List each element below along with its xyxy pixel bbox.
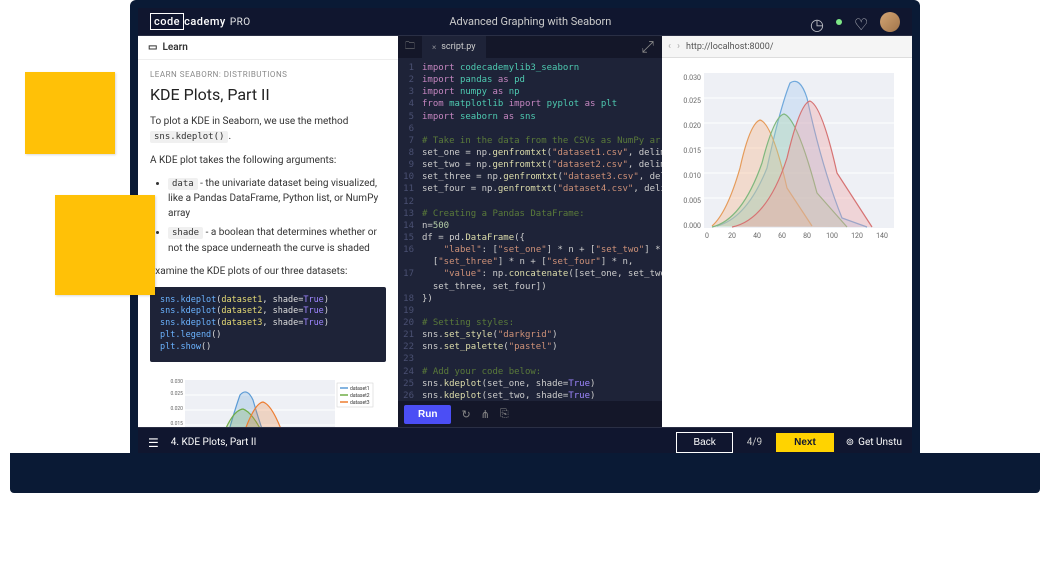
- code-editor[interactable]: 1import codecademylib3_seaborn2import pa…: [398, 58, 662, 401]
- editor-panel: 🗀 × script.py ⤢ 1import codecademylib3_s…: [398, 36, 662, 427]
- args-intro: A KDE plot takes the following arguments…: [150, 153, 386, 168]
- logo-code: code: [150, 13, 184, 30]
- share-icon[interactable]: ⋔: [481, 408, 490, 421]
- svg-text:0.005: 0.005: [683, 197, 701, 205]
- svg-text:60: 60: [778, 232, 786, 240]
- tab-label: script.py: [441, 42, 475, 52]
- learn-tab[interactable]: ▭ Learn: [138, 36, 398, 60]
- bell-icon[interactable]: ♡: [854, 15, 868, 29]
- avatar[interactable]: [880, 12, 900, 32]
- expand-icon[interactable]: ⤢: [633, 36, 662, 58]
- book-icon: ▭: [148, 42, 157, 53]
- close-icon[interactable]: ×: [432, 43, 436, 52]
- list-item: data - the univariate dataset being visu…: [168, 176, 386, 222]
- code-example: sns.kdeplot(dataset1, shade=True) sns.kd…: [150, 287, 386, 362]
- logo[interactable]: codecademy PRO: [150, 15, 251, 28]
- svg-text:dataset1: dataset1: [350, 386, 370, 392]
- svg-text:dataset2: dataset2: [350, 393, 370, 399]
- svg-text:100: 100: [826, 232, 838, 240]
- url-bar[interactable]: http://localhost:8000/: [686, 42, 906, 52]
- run-button[interactable]: Run: [404, 405, 451, 424]
- editor-tab[interactable]: × script.py: [422, 36, 486, 58]
- back-arrow-icon[interactable]: ‹: [668, 41, 671, 52]
- laptop-base: [10, 465, 1040, 493]
- breadcrumb: LEARN SEABORN: DISTRIBUTIONS: [150, 70, 386, 79]
- svg-text:0.015: 0.015: [683, 147, 701, 155]
- browser-panel: ‹ › http://localhost:8000/ 0.0000.0050.0…: [662, 36, 912, 427]
- lesson-title: KDE Plots, Part II: [150, 85, 386, 104]
- clock-icon[interactable]: ◷: [810, 15, 824, 29]
- svg-text:0.030: 0.030: [683, 74, 701, 82]
- lifesaver-icon: ⊚: [846, 437, 854, 448]
- svg-text:0.000: 0.000: [683, 222, 701, 230]
- svg-text:40: 40: [753, 232, 761, 240]
- svg-text:0.020: 0.020: [170, 406, 183, 412]
- get-unstuck-button[interactable]: ⊚ Get Unstu: [846, 437, 902, 448]
- back-button[interactable]: Back: [676, 432, 732, 453]
- page-indicator: 4/9: [747, 437, 762, 448]
- svg-text:80: 80: [803, 232, 811, 240]
- learn-panel: ▭ Learn LEARN SEABORN: DISTRIBUTIONS KDE…: [138, 36, 398, 427]
- status-dot-icon: [836, 19, 842, 25]
- footer-lesson-label: 4. KDE Plots, Part II: [171, 437, 665, 448]
- svg-text:0: 0: [705, 232, 709, 240]
- svg-text:0.025: 0.025: [683, 97, 701, 105]
- svg-text:140: 140: [876, 232, 888, 240]
- copy-icon[interactable]: ⎘: [500, 407, 509, 421]
- browser-output: 0.000 0.005 0.010 0.015 0.020 0.025 0.030 0 20 4…: [662, 58, 912, 427]
- svg-text:0.025: 0.025: [170, 391, 183, 397]
- svg-text:0.020: 0.020: [683, 122, 701, 130]
- sticky-note[interactable]: [25, 72, 115, 154]
- examine-text: examine the KDE plots of our three datas…: [150, 264, 386, 279]
- folder-icon[interactable]: 🗀: [398, 36, 422, 58]
- learn-chart: 0.0000.0050.0100.0150.0200.0250.030 data…: [150, 370, 386, 427]
- logo-cademy: cademy: [184, 15, 226, 28]
- inline-code: sns.kdeplot(): [150, 131, 228, 143]
- menu-icon[interactable]: ☰: [148, 436, 159, 450]
- forward-arrow-icon[interactable]: ›: [677, 41, 680, 52]
- refresh-icon[interactable]: ↻: [461, 408, 470, 421]
- sticky-note[interactable]: [55, 195, 155, 295]
- intro-text: To plot a KDE in Seaborn, we use the met…: [150, 114, 386, 145]
- svg-text:dataset3: dataset3: [350, 400, 370, 406]
- svg-text:120: 120: [851, 232, 863, 240]
- next-button[interactable]: Next: [776, 433, 834, 452]
- app-topbar: codecademy PRO Advanced Graphing with Sea…: [138, 8, 912, 36]
- logo-pro: PRO: [230, 17, 251, 28]
- svg-text:0.010: 0.010: [683, 172, 701, 180]
- svg-text:20: 20: [728, 232, 736, 240]
- svg-text:0.030: 0.030: [170, 379, 183, 385]
- learn-tab-label: Learn: [162, 42, 187, 53]
- course-title: Advanced Graphing with Seaborn: [251, 15, 810, 28]
- list-item: shade - a boolean that determines whethe…: [168, 225, 386, 256]
